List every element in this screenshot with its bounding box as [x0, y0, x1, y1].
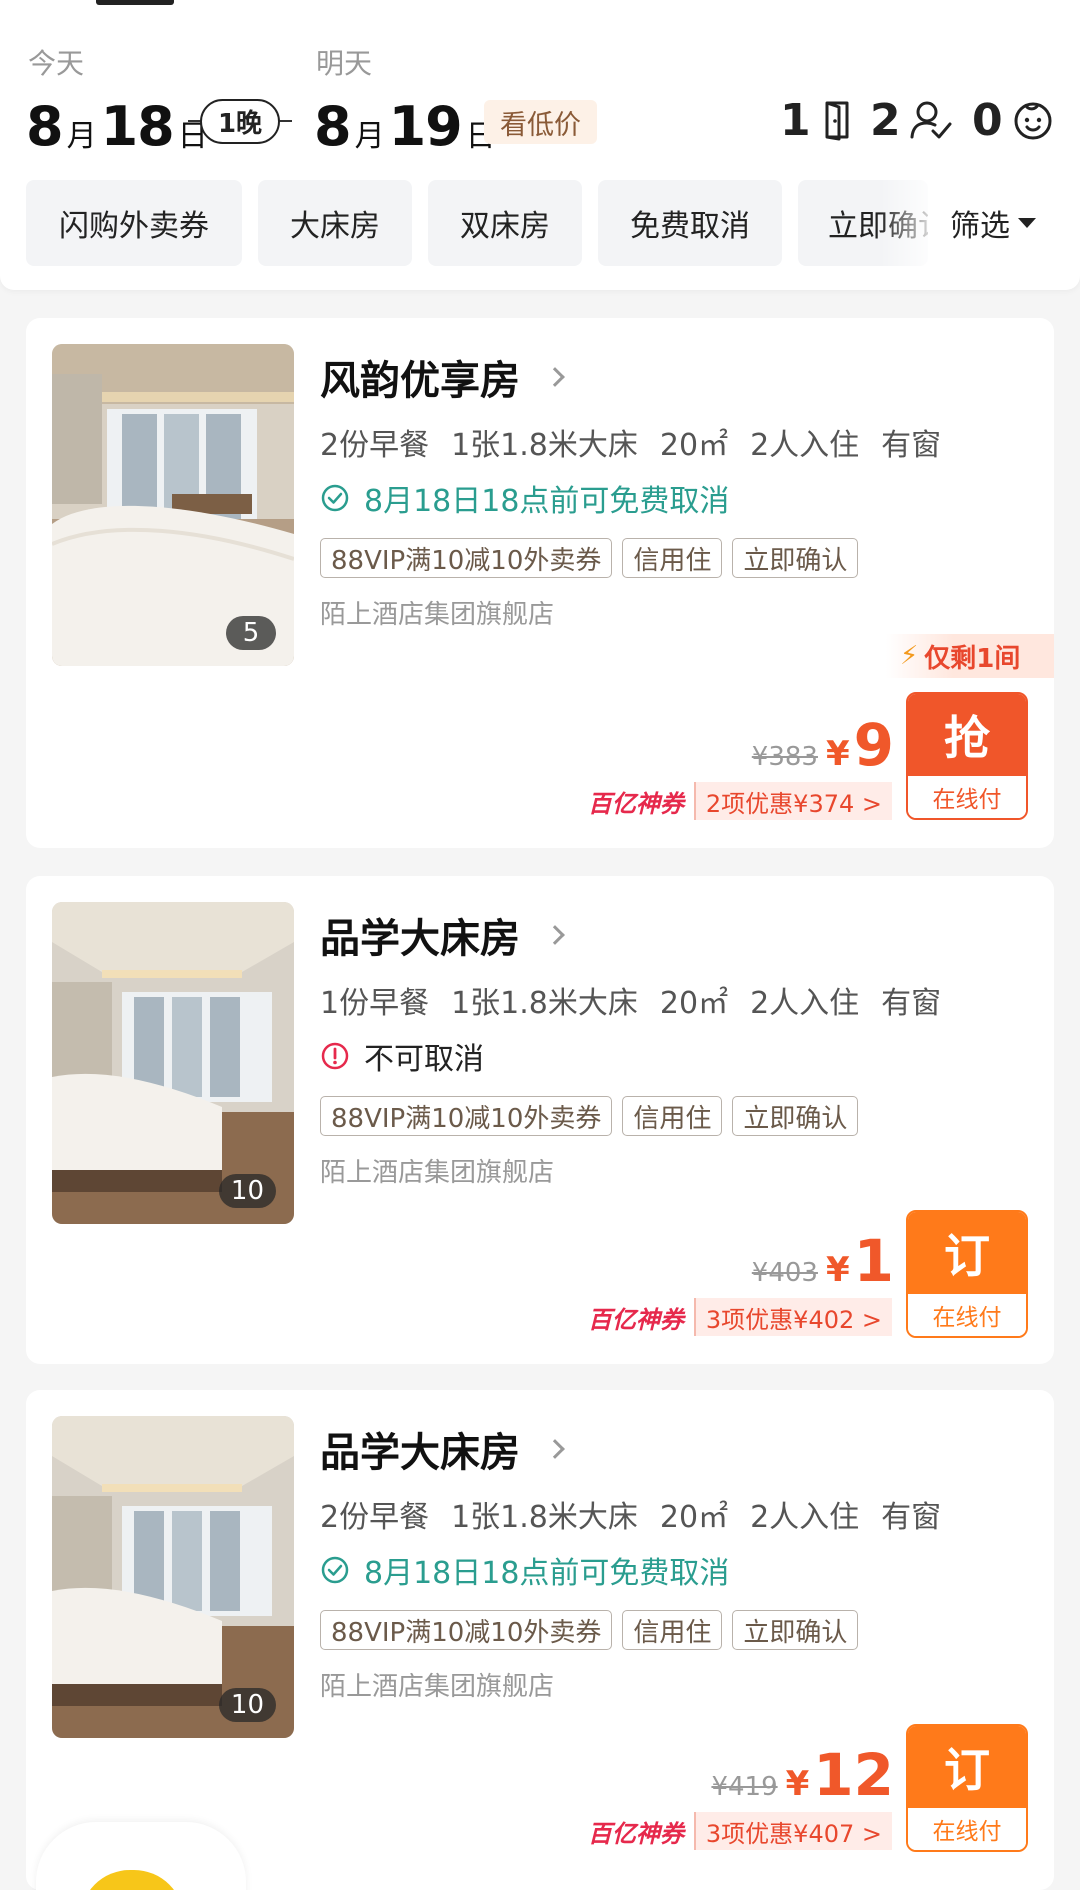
room-photo[interactable]: 10: [52, 902, 294, 1224]
caret-down-icon: [1018, 218, 1036, 228]
book-button[interactable]: 抢 在线付: [906, 692, 1028, 820]
child-icon: [1014, 102, 1052, 140]
original-price: ¥403: [751, 1258, 818, 1288]
current-price: 9: [853, 711, 894, 779]
nights-indicator: 1晚: [188, 96, 292, 146]
tag-credit-stay: 信用住: [622, 538, 723, 578]
room-title: 品学大床房: [320, 916, 520, 962]
promo-detail: 3项优惠¥402 >: [693, 1298, 892, 1336]
room-card[interactable]: 10 品学大床房 1份早餐 1张1.8米大床 20㎡ 2人入住 有窗 不可取消 88VI…: [26, 876, 1054, 1364]
price: ¥403 ¥ 1: [751, 1227, 894, 1295]
tag-instant-confirm: 立即确认: [732, 1096, 859, 1136]
tag-coupon: 88VIP满10减10外卖券: [320, 538, 613, 578]
tag-instant-confirm: 立即确认: [732, 538, 859, 578]
filter-chip-twin-bed[interactable]: 双床房: [428, 180, 582, 266]
room-title: 品学大床房: [320, 1430, 520, 1476]
promo-discount[interactable]: 百亿神券 2项优惠¥374 >: [588, 782, 892, 820]
low-price-button[interactable]: 看低价: [484, 100, 597, 144]
room-specs: 2份早餐 1张1.8米大床 20㎡ 2人入住 有窗: [320, 1500, 942, 1535]
chevron-right-icon: [545, 1439, 565, 1459]
scarcity-badge: ⚡ 仅剩1间: [886, 634, 1054, 678]
tag-coupon: 88VIP满10减10外卖券: [320, 1096, 613, 1136]
promo-discount[interactable]: 百亿神券 3项优惠¥407 >: [588, 1812, 892, 1850]
room-tags: 88VIP满10减10外卖券 信用住 立即确认: [320, 538, 868, 578]
room-title: 风韵优享房: [320, 358, 520, 404]
tag-credit-stay: 信用住: [622, 1610, 723, 1650]
promo-detail: 2项优惠¥374 >: [693, 782, 892, 820]
check-circle-icon: [320, 1555, 350, 1585]
shop-name: 陌上酒店集团旗舰店: [320, 600, 555, 630]
cancel-policy: 8月18日18点前可免费取消: [320, 476, 729, 520]
book-button[interactable]: 订 在线付: [906, 1724, 1028, 1852]
room-card[interactable]: 10 品学大床房 2份早餐 1张1.8米大床 20㎡ 2人入住 有窗 8月18日18点前…: [26, 1390, 1054, 1890]
mascot-icon: [80, 1870, 184, 1890]
room-photo[interactable]: 5: [52, 344, 294, 666]
room-card[interactable]: 5 风韵优享房 2份早餐 1张1.8米大床 20㎡ 2人入住 有窗 8月18日18点前可…: [26, 318, 1054, 848]
check-circle-icon: [320, 483, 350, 513]
book-button[interactable]: 订 在线付: [906, 1210, 1028, 1338]
child-count-selector[interactable]: 0: [972, 95, 1055, 146]
adult-icon: [910, 101, 952, 139]
photo-count-badge: 10: [218, 1174, 276, 1208]
filter-chip-flash-coupon[interactable]: 闪购外卖券: [26, 180, 242, 266]
checkin-date[interactable]: 8 月 18 日: [26, 88, 212, 154]
original-price: ¥383: [751, 742, 818, 772]
cancel-policy: 不可取消: [320, 1034, 484, 1078]
tag-coupon: 88VIP满10减10外卖券: [320, 1610, 613, 1650]
shop-name: 陌上酒店集团旗舰店: [320, 1672, 555, 1702]
search-header: 今天 8 月 18 日 1晚 明天 8 月 19 日 看低价 1 2 0 闪购外…: [0, 0, 1080, 290]
room-tags: 88VIP满10减10外卖券 信用住 立即确认: [320, 1610, 868, 1650]
room-title-link[interactable]: 风韵优享房: [320, 348, 565, 406]
promo-detail: 3项优惠¥407 >: [693, 1812, 892, 1850]
photo-count-badge: 10: [218, 1688, 276, 1722]
door-icon: [825, 101, 849, 141]
room-photo[interactable]: 10: [52, 1416, 294, 1738]
room-specs: 2份早餐 1张1.8米大床 20㎡ 2人入住 有窗: [320, 428, 942, 463]
promo-discount[interactable]: 百亿神券 3项优惠¥402 >: [588, 1298, 892, 1336]
status-indicator: [96, 0, 174, 5]
price: ¥383 ¥ 9: [751, 711, 894, 779]
promo-brand: 百亿神券: [587, 1305, 684, 1334]
price: ¥419 ¥ 12: [711, 1741, 894, 1809]
shop-name: 陌上酒店集团旗舰店: [320, 1158, 555, 1188]
room-specs: 1份早餐 1张1.8米大床 20㎡ 2人入住 有窗: [320, 986, 942, 1021]
chevron-right-icon: [545, 925, 565, 945]
alert-circle-icon: [320, 1041, 350, 1071]
room-title-link[interactable]: 品学大床房: [320, 1420, 565, 1478]
tag-credit-stay: 信用住: [622, 1096, 723, 1136]
room-count-selector[interactable]: 1: [780, 95, 853, 146]
adult-count-selector[interactable]: 2: [870, 95, 953, 146]
photo-count-badge: 5: [226, 616, 276, 650]
filter-chip-king-bed[interactable]: 大床房: [258, 180, 412, 266]
filter-chip-free-cancel[interactable]: 免费取消: [598, 180, 782, 266]
cancel-policy: 8月18日18点前可免费取消: [320, 1548, 729, 1592]
promo-brand: 百亿神券: [587, 789, 684, 818]
filter-button[interactable]: 筛选: [950, 180, 1036, 266]
current-price: 1: [853, 1227, 894, 1295]
room-title-link[interactable]: 品学大床房: [320, 906, 565, 964]
chevron-right-icon: [545, 367, 565, 387]
tag-instant-confirm: 立即确认: [732, 1610, 859, 1650]
room-tags: 88VIP满10减10外卖券 信用住 立即确认: [320, 1096, 868, 1136]
promo-brand: 百亿神券: [587, 1819, 684, 1848]
checkout-date[interactable]: 8 月 19 日: [314, 88, 500, 154]
original-price: ¥419: [711, 1772, 778, 1802]
checkout-label: 明天: [316, 47, 373, 80]
lightning-icon: ⚡: [900, 641, 919, 671]
floating-assistant-button[interactable]: [36, 1822, 246, 1890]
checkin-label: 今天: [28, 47, 85, 80]
current-price: 12: [813, 1741, 894, 1809]
